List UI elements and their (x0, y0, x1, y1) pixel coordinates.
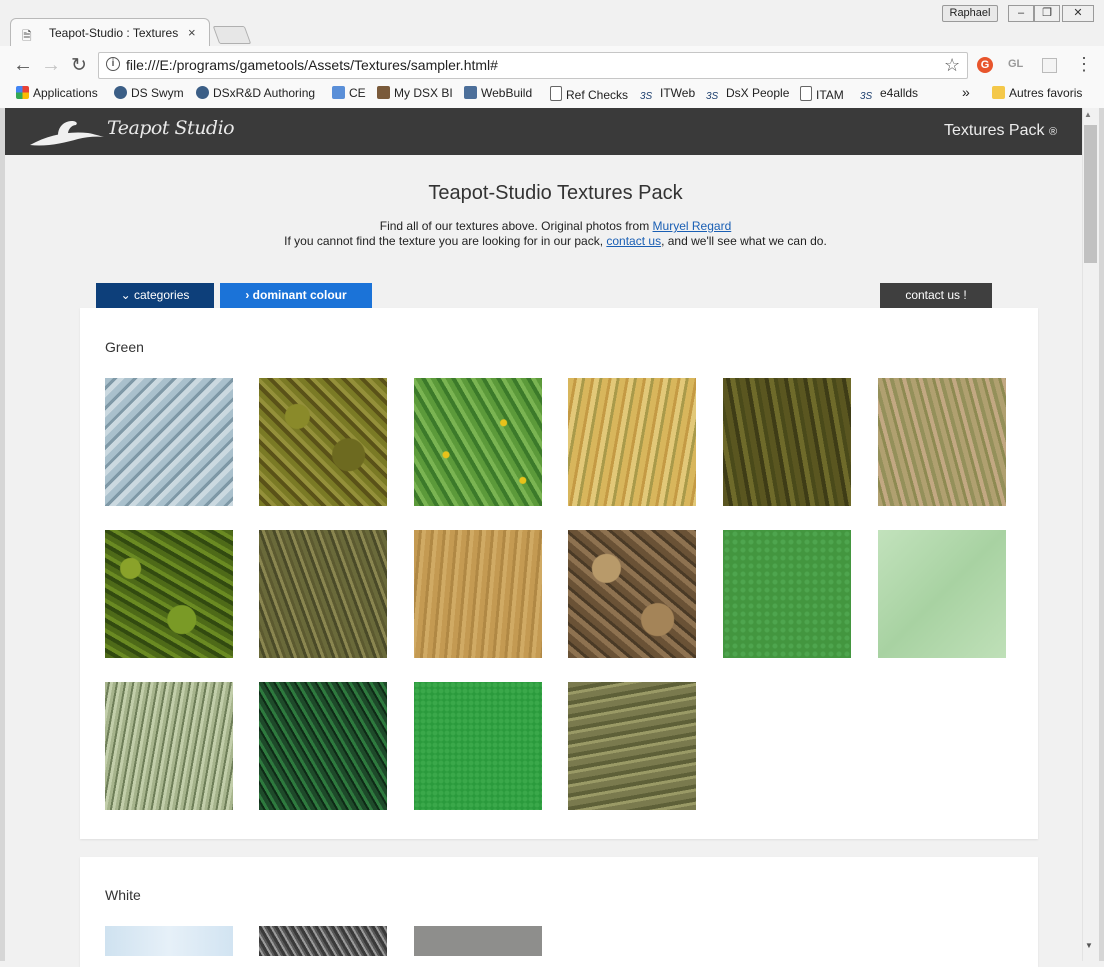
bookmark-label: CE (349, 86, 366, 100)
3ds-logo-icon: 3S (706, 91, 719, 102)
scrollbar-thumb[interactable] (1084, 125, 1097, 263)
bookmark-label: DS Swym (131, 86, 184, 100)
bookmark-ref-checks[interactable]: Ref Checks (550, 86, 628, 102)
site-logo-text[interactable]: Teapot Studio (107, 117, 235, 139)
bookmark-star-icon[interactable]: ☆ (944, 55, 960, 76)
maximize-button[interactable]: ❐ (1034, 5, 1060, 22)
registered-mark: ® (1048, 126, 1058, 138)
extension-icon[interactable] (1042, 58, 1057, 73)
contact-us-button[interactable]: contact us ! (880, 283, 992, 308)
bookmark-itweb[interactable]: 3S ITWeb (640, 86, 695, 104)
texture-thumbnail[interactable] (878, 530, 1006, 658)
texture-thumbnail[interactable] (259, 530, 387, 658)
bookmark-ce[interactable]: CE (332, 86, 366, 100)
scroll-down-arrow-icon[interactable]: ▼ (1085, 941, 1093, 950)
pack-label: Textures Pack ® (944, 122, 1057, 140)
bookmark-ds-swym[interactable]: DS Swym (114, 86, 184, 100)
info-icon[interactable]: i (106, 57, 120, 71)
bookmark-label: e4allds (880, 86, 919, 100)
intro-line-1: Find all of our textures above. Original… (0, 219, 1104, 233)
texture-thumbnail[interactable] (105, 682, 233, 810)
pack-label-text: Textures Pack (944, 122, 1045, 139)
tab-close-icon[interactable]: × (188, 25, 196, 40)
bookmark-label: ITAM (816, 88, 844, 102)
page-icon: 🗎 (22, 29, 32, 43)
bookmark-my-dsx-bi[interactable]: My DSX BI (377, 86, 453, 100)
ds-icon (196, 86, 209, 99)
gl-extension-icon[interactable]: GL (1008, 58, 1023, 70)
tab-title[interactable]: Teapot-Studio : Textures (49, 26, 179, 40)
page-icon (800, 86, 812, 101)
new-tab-button[interactable] (212, 26, 252, 44)
webbuild-icon (464, 86, 477, 99)
apps-grid-icon (16, 86, 29, 99)
window-frame (1099, 108, 1104, 961)
tab-categories[interactable]: ⌄ categories (96, 283, 214, 308)
bookmark-label: My DSX BI (394, 86, 453, 100)
bookmarks-overflow-icon[interactable]: » (962, 84, 970, 100)
3ds-logo-icon: 3S (640, 91, 653, 102)
texture-thumbnail[interactable] (105, 378, 233, 506)
intro-text: If you cannot find the texture you are l… (284, 234, 607, 248)
close-window-button[interactable]: ✕ (1062, 5, 1094, 22)
forward-arrow-icon[interactable]: → (40, 54, 62, 77)
texture-thumbnail[interactable] (414, 378, 542, 506)
menu-dots-icon[interactable]: ⋮ (1075, 54, 1093, 75)
3ds-logo-icon: 3S (860, 91, 873, 102)
photographer-link[interactable]: Muryel Regard (653, 219, 732, 233)
ce-icon (332, 86, 345, 99)
intro-text: Find all of our textures above. Original… (379, 219, 653, 233)
ds-icon (114, 86, 127, 99)
texture-thumbnail[interactable] (259, 682, 387, 810)
bookmark-dsx-people[interactable]: 3S DsX People (706, 86, 789, 104)
minimize-button[interactable]: – (1008, 5, 1034, 22)
texture-thumbnail[interactable] (723, 530, 851, 658)
bookmark-label: DsX People (726, 86, 790, 100)
bookmark-label: DSxR&D Authoring (213, 86, 316, 100)
profile-button[interactable]: Raphael (942, 5, 998, 22)
bookmark-dsxrd-authoring[interactable]: DSxR&D Authoring (196, 86, 315, 100)
texture-thumbnail[interactable] (105, 926, 233, 956)
bookmark-webbuild[interactable]: WebBuild (464, 86, 532, 100)
bookmark-applications[interactable]: Applications (16, 86, 98, 100)
page-title: Teapot-Studio Textures Pack (428, 182, 683, 204)
texture-thumbnail[interactable] (568, 378, 696, 506)
bookmark-label: Ref Checks (566, 88, 629, 102)
bookmark-label: Applications (33, 86, 98, 100)
bookmark-label: WebBuild (481, 86, 533, 100)
bookmark-label: ITWeb (660, 86, 696, 100)
page-icon (550, 86, 562, 101)
grammarly-extension-icon[interactable]: G (977, 57, 993, 73)
texture-thumbnail[interactable] (878, 378, 1006, 506)
texture-thumbnail[interactable] (414, 682, 542, 810)
folder-icon (992, 86, 1005, 99)
chart-icon (377, 86, 390, 99)
bookmark-e4allds[interactable]: 3S e4allds (860, 86, 918, 104)
bookmark-other-favorites[interactable]: Autres favoris (992, 86, 1082, 100)
url-text[interactable]: file:///E:/programs/gametools/Assets/Tex… (126, 57, 498, 73)
texture-thumbnail[interactable] (414, 926, 542, 956)
texture-thumbnail[interactable] (723, 378, 851, 506)
texture-thumbnail[interactable] (259, 378, 387, 506)
texture-thumbnail[interactable] (568, 530, 696, 658)
intro-text: , and we'll see what we can do. (661, 234, 827, 248)
texture-thumbnail[interactable] (259, 926, 387, 956)
reload-icon[interactable]: ↻ (68, 54, 90, 77)
section-title: White (105, 887, 141, 903)
back-arrow-icon[interactable]: ← (12, 54, 34, 77)
tab-dominant-colour[interactable]: › dominant colour (220, 283, 372, 308)
scroll-up-arrow-icon[interactable]: ▲ (1084, 110, 1092, 119)
texture-thumbnail[interactable] (105, 530, 233, 658)
bookmark-itam[interactable]: ITAM (800, 86, 844, 102)
section-title: Green (105, 339, 144, 355)
bookmark-label: Autres favoris (1009, 86, 1083, 100)
texture-thumbnail[interactable] (568, 682, 696, 810)
teapot-logo-icon (30, 121, 104, 146)
contact-us-link[interactable]: contact us (606, 234, 661, 248)
texture-thumbnail[interactable] (414, 530, 542, 658)
intro-line-2: If you cannot find the texture you are l… (0, 234, 1104, 248)
